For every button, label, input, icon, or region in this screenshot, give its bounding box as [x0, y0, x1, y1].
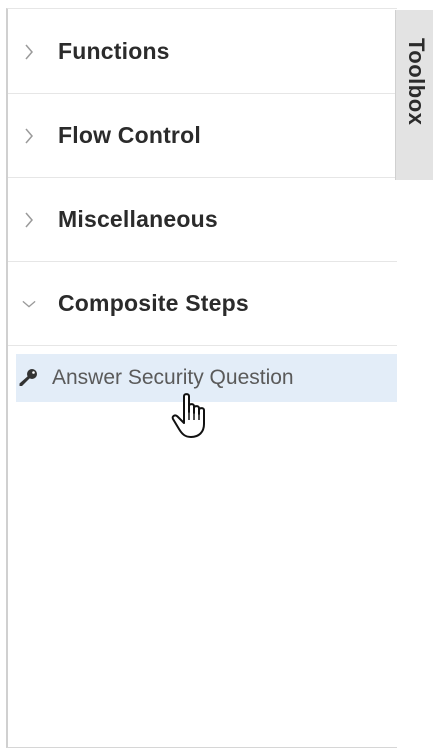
chevron-right-icon: [22, 212, 36, 227]
tool-item-label: Answer Security Question: [52, 366, 294, 389]
section-label: Flow Control: [58, 122, 201, 148]
toolbox-panel-app: Functions Flow Control Miscellaneous Com…: [0, 0, 433, 751]
right-strip: [397, 180, 433, 751]
chevron-right-icon: [22, 128, 36, 143]
toolbox-panel: Functions Flow Control Miscellaneous Com…: [6, 8, 397, 748]
section-header-flow-control[interactable]: Flow Control: [8, 94, 397, 178]
key-icon: [18, 368, 38, 388]
section-label: Composite Steps: [58, 290, 249, 316]
chevron-down-icon: [22, 297, 36, 311]
tool-item-answer-security-question[interactable]: Answer Security Question: [16, 354, 397, 402]
chevron-right-icon: [22, 44, 36, 59]
toolbox-tab-label: Toolbox: [404, 38, 429, 126]
section-header-composite-steps[interactable]: Composite Steps: [8, 262, 397, 346]
section-label: Functions: [58, 38, 170, 64]
section-header-functions[interactable]: Functions: [8, 10, 397, 94]
section-label: Miscellaneous: [58, 206, 218, 232]
section-header-miscellaneous[interactable]: Miscellaneous: [8, 178, 397, 262]
toolbox-tab[interactable]: Toolbox: [395, 10, 433, 180]
